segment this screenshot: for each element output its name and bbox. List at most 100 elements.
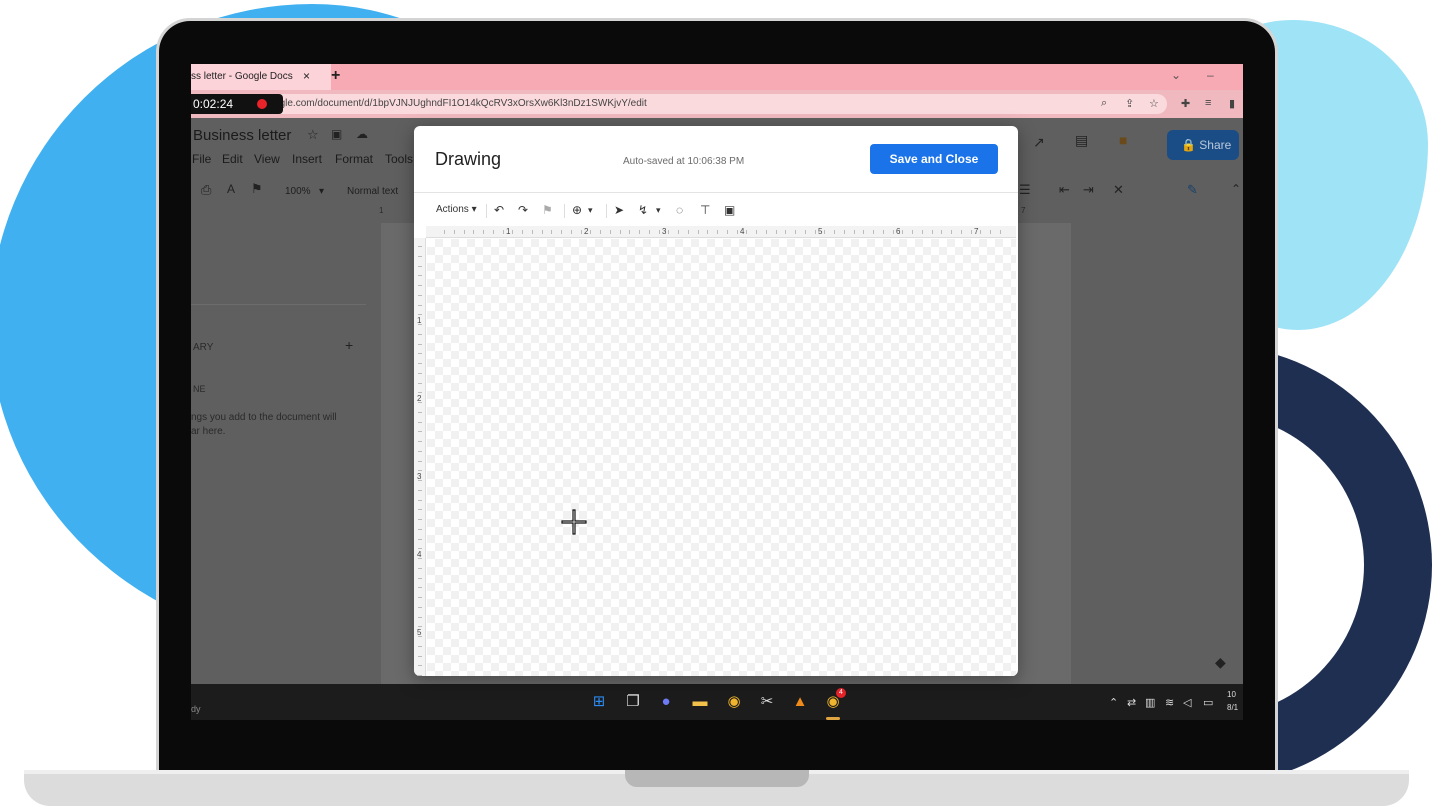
document-title[interactable]: Business letter <box>193 127 291 144</box>
ruler-tick <box>418 285 422 286</box>
media-icon[interactable]: ▥ <box>1145 696 1155 709</box>
ruler-tick <box>418 441 422 442</box>
ruler-tick <box>892 230 894 234</box>
bookmark-star-icon[interactable]: ☆ <box>1149 97 1159 110</box>
ruler-tick <box>418 587 422 589</box>
side-panel-icon[interactable]: ▮ <box>1229 97 1235 110</box>
menu-file[interactable]: File <box>192 152 211 166</box>
ruler-tick <box>873 230 874 234</box>
meet-icon[interactable]: ■ <box>1119 132 1127 148</box>
ruler-number: 3 <box>662 227 667 236</box>
reading-list-icon[interactable]: ≡ <box>1205 97 1211 109</box>
extensions-icon[interactable]: ✚ <box>1181 97 1190 110</box>
comments-icon[interactable]: ▤ <box>1075 132 1088 149</box>
windows-start-icon[interactable]: ⊞ <box>589 692 609 712</box>
chevron-up-icon[interactable]: ⌃ <box>1109 696 1118 709</box>
clear-formatting-icon[interactable]: ✕ <box>1113 182 1124 198</box>
menu-view[interactable]: View <box>254 152 280 166</box>
ruler-tick <box>687 230 689 234</box>
ruler-tick <box>658 230 660 234</box>
shape-tool-icon[interactable]: ◌ <box>676 202 683 218</box>
network-adapter-icon[interactable]: ⇄ <box>1127 696 1136 709</box>
ruler-number: 1 <box>417 316 422 325</box>
clock-date[interactable]: 8/1 <box>1227 703 1238 712</box>
ruler-number: 1 <box>506 227 511 236</box>
zoom-icon[interactable]: ⊕ <box>572 202 582 218</box>
chat-icon[interactable]: ● <box>656 692 676 712</box>
move-folder-icon[interactable]: ▣ <box>331 127 342 141</box>
menu-edit[interactable]: Edit <box>222 152 243 166</box>
redo-icon[interactable]: ↷ <box>518 202 528 218</box>
print-icon[interactable]: ⎙ <box>201 182 211 198</box>
drawing-canvas[interactable] <box>427 239 1016 676</box>
image-icon[interactable]: ▣ <box>724 202 735 218</box>
chrome-icon[interactable]: ◉ <box>724 692 744 712</box>
ruler-tick <box>775 230 777 234</box>
ruler-tick <box>921 230 923 234</box>
zoom-icon[interactable]: ⌕ <box>1101 97 1107 110</box>
ruler-tick <box>639 230 640 234</box>
ruler-tick <box>941 230 943 234</box>
ruler-tick <box>609 230 611 234</box>
chevron-down-icon[interactable]: ▾ <box>319 186 324 197</box>
menu-format[interactable]: Format <box>335 152 373 166</box>
actions-menu[interactable]: Actions ▾ <box>436 202 477 218</box>
wifi-icon[interactable]: ≋ <box>1165 696 1174 709</box>
ruler-tick <box>418 304 422 306</box>
ruler-tick <box>814 230 816 234</box>
menu-insert[interactable]: Insert <box>292 152 322 166</box>
editing-mode-icon[interactable]: ✎ <box>1187 182 1198 198</box>
ruler-tick <box>726 230 728 234</box>
ruler-tick <box>418 645 422 647</box>
collapse-toolbar-icon[interactable]: ⌃ <box>1231 182 1241 196</box>
vlc-icon[interactable]: ▲ <box>790 692 810 712</box>
text-box-icon[interactable]: ⊤ <box>700 202 710 218</box>
clock-time[interactable]: 10 <box>1227 690 1236 699</box>
line-tool-icon[interactable]: ↯ <box>638 202 648 218</box>
explore-icon[interactable]: ◆ <box>1215 654 1226 671</box>
minimize-button[interactable]: – <box>1207 68 1214 82</box>
laptop-notch <box>625 770 809 787</box>
spellcheck-icon[interactable]: A <box>227 182 235 196</box>
browser-tab[interactable]: ss letter - Google Docs × <box>191 64 331 90</box>
new-tab-button[interactable]: + <box>331 67 340 85</box>
snipping-tool-icon[interactable]: ✂ <box>757 692 777 712</box>
share-button[interactable]: 🔒 Share <box>1167 130 1239 160</box>
increase-indent-icon[interactable]: ⇥ <box>1083 182 1094 198</box>
ruler-tick <box>444 230 445 234</box>
ruler-tick <box>619 230 621 234</box>
tab-search-icon[interactable]: ⌄ <box>1171 68 1181 82</box>
bulleted-list-icon[interactable]: ☰ <box>1019 182 1031 198</box>
ruler-number: 5 <box>417 628 422 637</box>
ruler-tick <box>824 230 826 234</box>
add-summary-icon[interactable]: + <box>345 337 353 353</box>
activity-icon[interactable]: ↗ <box>1033 134 1045 151</box>
zoom-select[interactable]: 100% <box>285 186 311 197</box>
ruler-tick <box>418 519 422 520</box>
windows-taskbar: dy ⊞ ❐ ● ▬ ◉ ✂ ▲ ◉ 4 ⌃ ⇄ ▥ ≋ ◁ ▭ 10 8/1 <box>191 684 1243 720</box>
volume-icon[interactable]: ◁ <box>1183 696 1191 709</box>
divider <box>191 304 366 305</box>
address-bar-row: docs.google.com/document/d/1bpVJNJUghndF… <box>191 90 1243 118</box>
chevron-down-icon[interactable]: ▾ <box>588 202 593 218</box>
close-icon[interactable]: × <box>303 69 310 83</box>
select-arrow-icon[interactable]: ➤ <box>614 202 624 218</box>
star-icon[interactable]: ☆ <box>307 127 319 143</box>
menu-tools[interactable]: Tools <box>385 152 413 166</box>
undo-icon[interactable]: ↶ <box>494 202 504 218</box>
ruler-tick <box>960 230 962 234</box>
decrease-indent-icon[interactable]: ⇤ <box>1059 182 1070 198</box>
style-select[interactable]: Normal text <box>347 186 398 197</box>
file-explorer-icon[interactable]: ▬ <box>690 692 710 712</box>
ruler-tick <box>418 597 422 598</box>
paint-format-icon[interactable]: ⚑ <box>251 181 263 197</box>
ruler-tick <box>736 230 738 234</box>
share-page-icon[interactable]: ⇪ <box>1125 97 1134 110</box>
paint-format-icon[interactable]: ⚑ <box>542 202 553 218</box>
ruler-number: 5 <box>818 227 823 236</box>
task-view-icon[interactable]: ❐ <box>623 692 643 712</box>
chevron-down-icon[interactable]: ▾ <box>656 202 661 218</box>
save-and-close-button[interactable]: Save and Close <box>870 144 998 174</box>
ruler-tick <box>483 230 484 234</box>
battery-icon[interactable]: ▭ <box>1203 696 1213 709</box>
